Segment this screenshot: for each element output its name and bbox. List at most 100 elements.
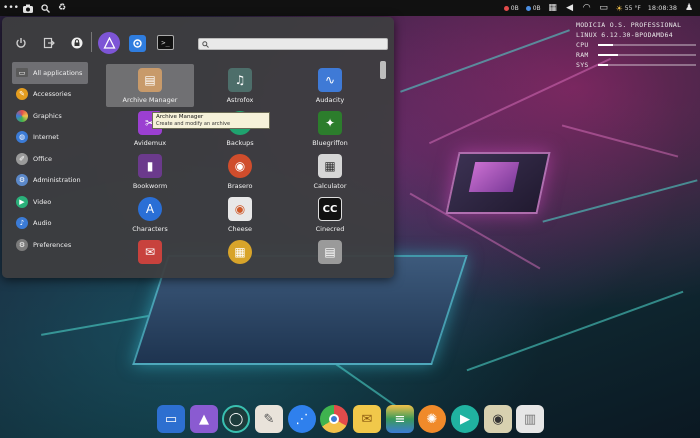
cpu-chip-core bbox=[468, 162, 520, 192]
battery-icon[interactable]: ▭ bbox=[599, 3, 609, 13]
audacity-icon: ∿ bbox=[318, 68, 342, 92]
sys-row: SYS bbox=[576, 60, 696, 70]
app-characters[interactable]: A Characters bbox=[106, 193, 194, 236]
scrollbar-thumb[interactable] bbox=[380, 61, 386, 79]
layers-icon[interactable]: ≡ bbox=[386, 405, 414, 433]
monitor-icon: ▭ bbox=[16, 68, 28, 78]
settings-launcher-icon[interactable] bbox=[129, 35, 146, 52]
app-bookworm[interactable]: ▮ Bookworm bbox=[106, 150, 194, 193]
weather-icon: ☀ bbox=[615, 3, 623, 13]
cheese-icon: ◉ bbox=[228, 197, 252, 221]
app-film[interactable]: ▦ bbox=[196, 236, 284, 276]
tooltip-title: Archive Manager bbox=[156, 114, 204, 120]
toolbar-separator bbox=[91, 32, 92, 52]
mail-app-icon: ✉ bbox=[138, 240, 162, 264]
volume-icon[interactable]: ◀ bbox=[565, 3, 575, 13]
circuit-trace bbox=[561, 124, 679, 158]
kernel-version: LINUX 6.12.30-BPODAMD64 bbox=[576, 31, 673, 39]
terminal-icon[interactable]: ◯ bbox=[222, 405, 250, 433]
ram-row: RAM bbox=[576, 50, 696, 60]
app-archive-manager[interactable]: ▤ Archive Manager bbox=[106, 64, 194, 107]
application-menu: >_ ▭ All applications ✎ Accessories Grap… bbox=[2, 17, 394, 278]
cpu-bar bbox=[598, 44, 696, 46]
category-office[interactable]: ✐ Office bbox=[12, 148, 88, 170]
app-tooltip: Archive Manager Create and modify an arc… bbox=[152, 112, 270, 129]
category-all-applications[interactable]: ▭ All applications bbox=[12, 62, 88, 84]
accessories-icon: ✎ bbox=[16, 88, 28, 101]
cpu-row: CPU bbox=[576, 40, 696, 50]
wifi-icon[interactable]: ◠ bbox=[582, 3, 592, 13]
app-mail[interactable]: ✉ bbox=[106, 236, 194, 276]
grid-icon[interactable]: ▦ bbox=[548, 3, 558, 13]
cinecred-icon: CC bbox=[318, 197, 342, 221]
category-administration[interactable]: ⚙ Administration bbox=[12, 170, 88, 192]
power-icon[interactable] bbox=[13, 35, 29, 51]
clock[interactable]: 18:08:38 bbox=[648, 4, 677, 12]
lock-icon[interactable] bbox=[69, 35, 85, 51]
app-brasero[interactable]: ◉ Brasero bbox=[196, 150, 284, 193]
sys-bar bbox=[598, 64, 696, 66]
category-label: Office bbox=[33, 154, 52, 163]
logout-icon[interactable] bbox=[41, 35, 57, 51]
app-audacity[interactable]: ∿ Audacity bbox=[286, 64, 374, 107]
recycle-icon[interactable]: ♻ bbox=[57, 3, 67, 13]
system-monitor-widget: MODICIA O.S. PROFESSIONAL LINUX 6.12.30-… bbox=[576, 20, 696, 70]
image-viewer-icon[interactable]: ✺ bbox=[418, 405, 446, 433]
astrofox-icon: ♫ bbox=[228, 68, 252, 92]
sys-label: SYS bbox=[576, 61, 589, 69]
app-cheese[interactable]: ◉ Cheese bbox=[196, 193, 284, 236]
category-label: Internet bbox=[33, 133, 59, 142]
administration-icon: ⚙ bbox=[16, 174, 28, 187]
category-list: ▭ All applications ✎ Accessories Graphic… bbox=[12, 62, 88, 256]
speaker-icon[interactable]: ◉ bbox=[484, 405, 512, 433]
mail-icon[interactable]: ✉ bbox=[353, 405, 381, 433]
globe-icon: ◍ bbox=[16, 131, 28, 144]
trash-icon[interactable]: ▥ bbox=[516, 405, 544, 433]
system-name: MODICIA O.S. PROFESSIONAL bbox=[576, 21, 682, 29]
category-video[interactable]: ▶ Video bbox=[12, 191, 88, 213]
app-label: Brasero bbox=[227, 182, 253, 190]
category-audio[interactable]: ♪ Audio bbox=[12, 213, 88, 235]
video-icon: ▶ bbox=[16, 195, 28, 208]
app-label: Archive Manager bbox=[122, 96, 178, 104]
terminal-launcher-icon[interactable]: >_ bbox=[157, 35, 174, 50]
files-icon[interactable]: ▭ bbox=[157, 405, 185, 433]
app-label: Calculator bbox=[313, 182, 347, 190]
media-player-icon[interactable]: ▶ bbox=[451, 405, 479, 433]
app-label: Backups bbox=[226, 139, 254, 147]
category-label: Audio bbox=[33, 219, 52, 228]
circuit-trace bbox=[542, 179, 698, 223]
app-calculator[interactable]: ▦ Calculator bbox=[286, 150, 374, 193]
app-label: Bookworm bbox=[132, 182, 168, 190]
camera-icon[interactable] bbox=[23, 3, 33, 13]
category-internet[interactable]: ◍ Internet bbox=[12, 127, 88, 149]
app-store-launcher-icon[interactable] bbox=[98, 32, 120, 54]
weather-widget[interactable]: ☀ 55 °F bbox=[616, 4, 641, 13]
search-field-icon bbox=[202, 40, 209, 48]
app-files[interactable]: ▤ bbox=[286, 236, 374, 276]
app-grid-scrollbar[interactable] bbox=[380, 61, 386, 275]
network-upload-stat: 0B bbox=[503, 5, 519, 12]
search-box[interactable] bbox=[198, 38, 388, 50]
app-astrofox[interactable]: ♫ Astrofox bbox=[196, 64, 284, 107]
user-icon[interactable]: ♟ bbox=[684, 3, 694, 13]
application-grid: ▤ Archive Manager ♫ Astrofox ∿ Audacity … bbox=[106, 64, 376, 276]
dots-icon[interactable]: ••• bbox=[3, 3, 19, 13]
tooltip-description: Create and modify an archive bbox=[156, 121, 231, 127]
category-preferences[interactable]: ⚙ Preferences bbox=[12, 234, 88, 256]
bookworm-icon: ▮ bbox=[138, 154, 162, 178]
circuit-trace bbox=[466, 290, 684, 372]
app-label: Avidemux bbox=[133, 139, 167, 147]
app-bluegriffon[interactable]: ✦ Bluegriffon bbox=[286, 107, 374, 150]
text-editor-icon[interactable]: ✎ bbox=[255, 405, 283, 433]
search-input[interactable] bbox=[209, 39, 379, 49]
chrome-icon[interactable] bbox=[320, 405, 348, 433]
category-graphics[interactable]: Graphics bbox=[12, 105, 88, 127]
category-accessories[interactable]: ✎ Accessories bbox=[12, 84, 88, 106]
app-label: Characters bbox=[132, 225, 168, 233]
app-store-icon[interactable]: ▲ bbox=[190, 405, 218, 433]
upload-icon bbox=[503, 5, 509, 11]
app-cinecred[interactable]: CC Cinecred bbox=[286, 193, 374, 236]
share-icon[interactable]: ⋰ bbox=[288, 405, 316, 433]
search-icon[interactable] bbox=[40, 3, 50, 13]
